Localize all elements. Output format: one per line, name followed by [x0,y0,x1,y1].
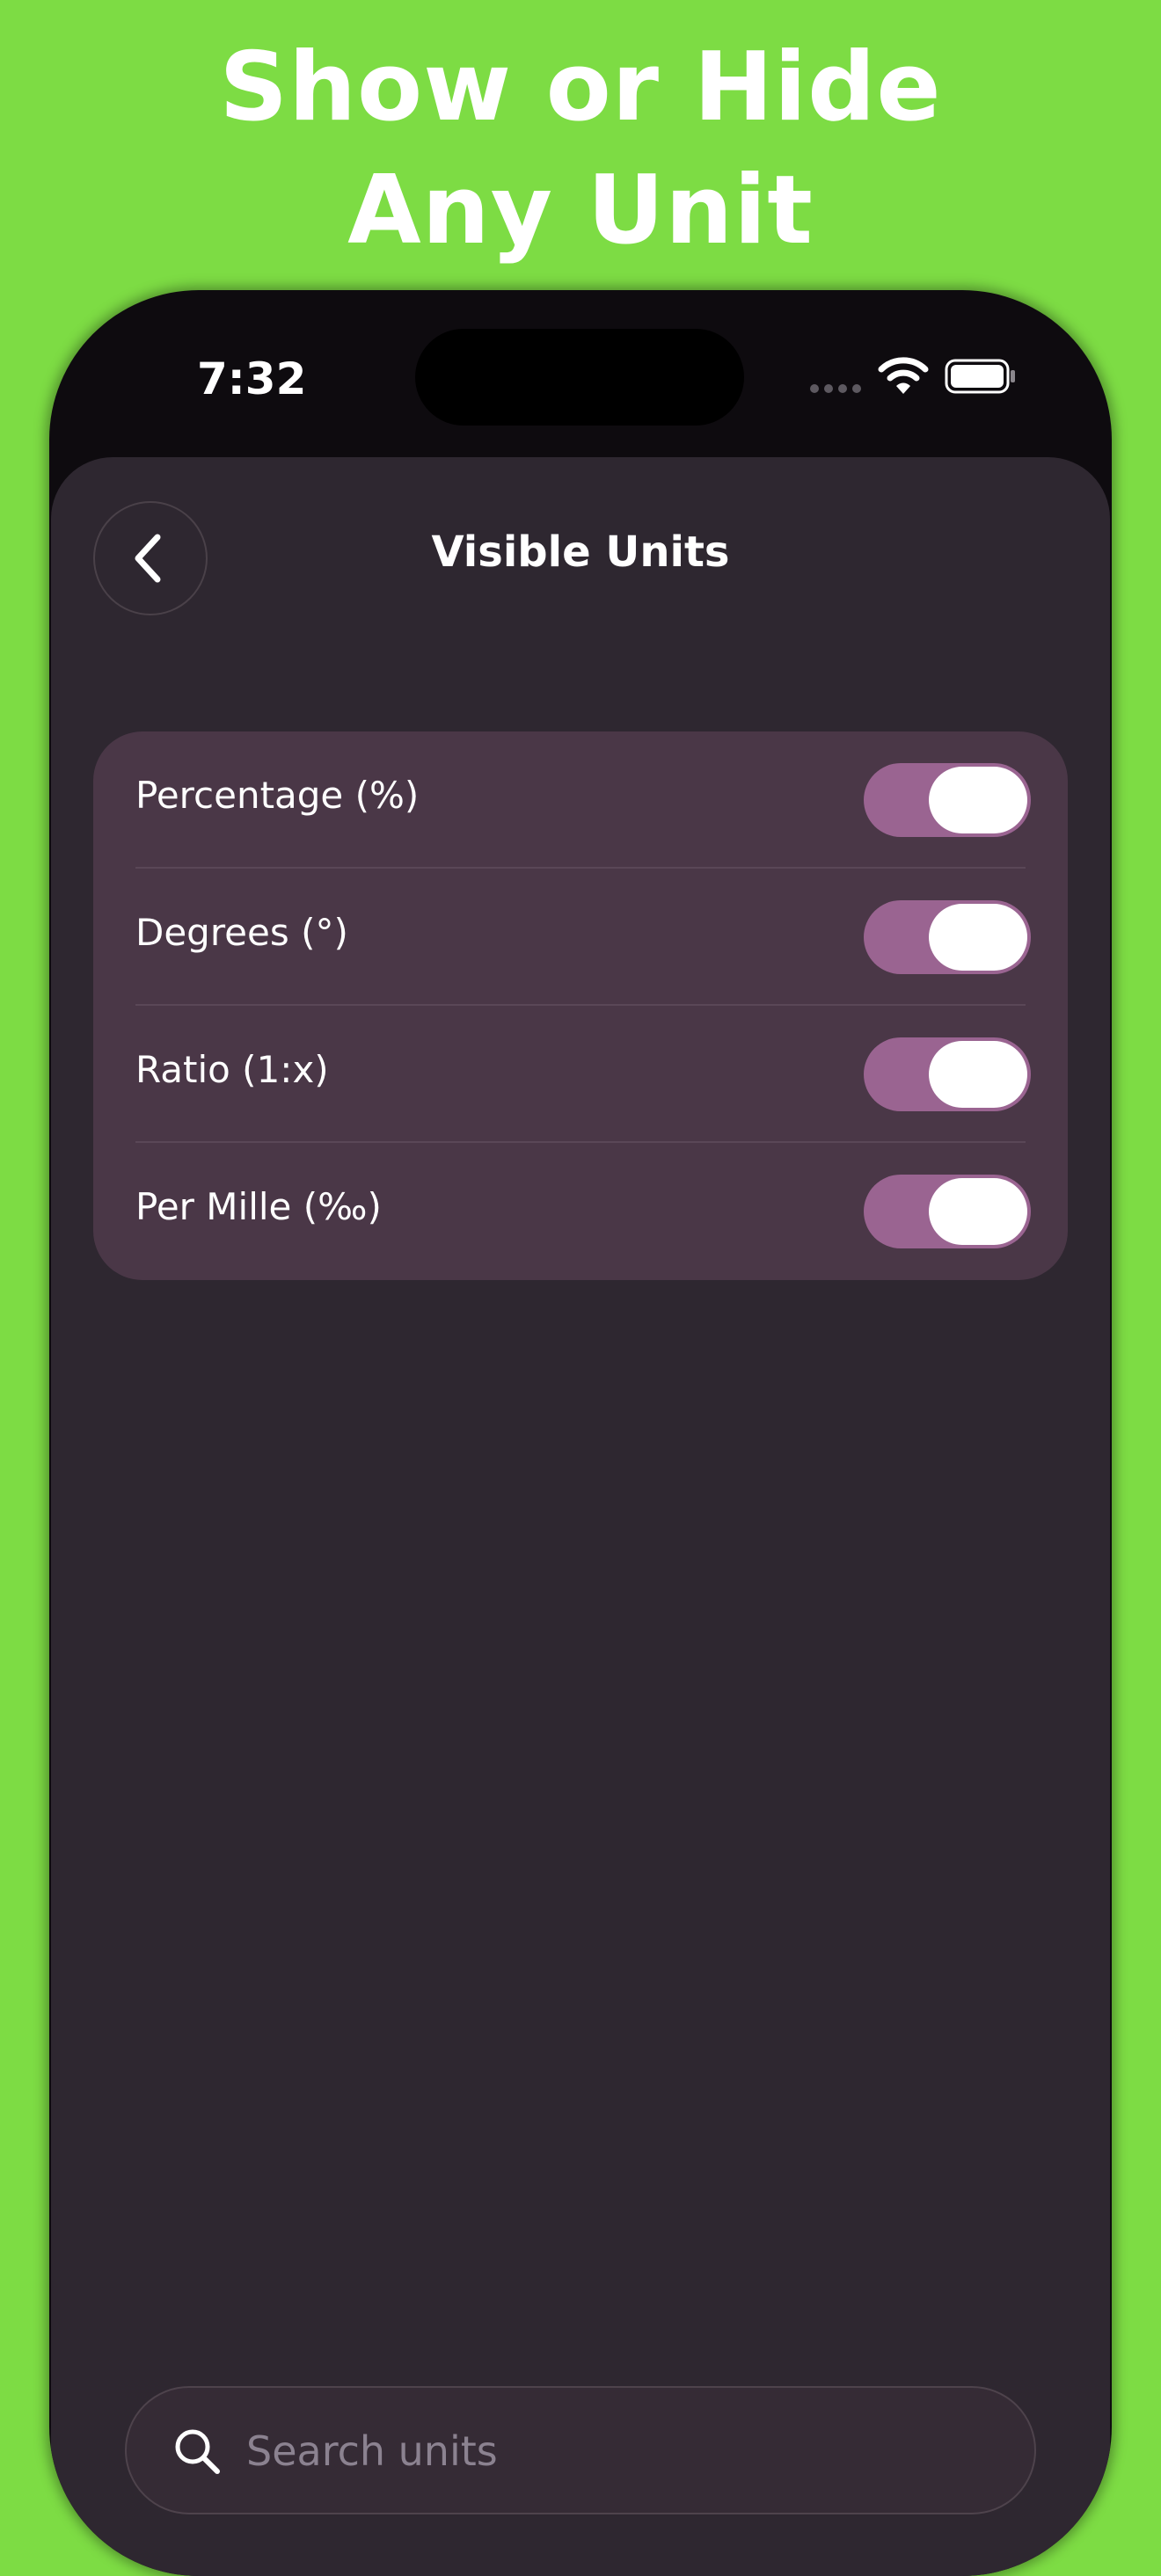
battery-icon [945,359,1015,394]
promo-line-2: Any Unit [347,156,814,266]
units-card: Percentage (%) Degrees (°) Ratio (1:x) P… [93,731,1068,1280]
visibility-toggle-degrees[interactable] [864,900,1031,974]
visibility-toggle-percentage[interactable] [864,763,1031,837]
unit-row-percentage: Percentage (%) [93,731,1068,869]
toggle-knob [929,767,1027,833]
phone-frame: 7:32 Visible Units Percentage (%) Degree… [49,290,1112,2576]
unit-row-degrees: Degrees (°) [93,869,1068,1006]
dynamic-island [415,329,744,426]
search-bar[interactable] [125,2386,1036,2514]
status-time: 7:32 [197,353,307,404]
visibility-toggle-per-mille[interactable] [864,1175,1031,1248]
wifi-icon [878,357,929,394]
visibility-toggle-ratio[interactable] [864,1037,1031,1111]
toggle-knob [929,1041,1027,1108]
toggle-knob [929,904,1027,971]
unit-row-ratio: Ratio (1:x) [93,1006,1068,1143]
toggle-knob [929,1178,1027,1245]
search-input[interactable] [246,2423,985,2479]
promo-headline: Show or Hide Any Unit [0,26,1161,273]
magnifier-icon [175,2429,220,2474]
unit-label: Ratio (1:x) [135,1048,329,1091]
cellular-dots-icon [810,384,861,393]
promo-line-1: Show or Hide [219,33,942,142]
page-title: Visible Units [431,528,730,577]
unit-label: Percentage (%) [135,774,420,817]
unit-label: Degrees (°) [135,911,348,954]
unit-label: Per Mille (‰) [135,1185,382,1228]
settings-sheet: Visible Units Percentage (%) Degrees (°)… [51,457,1110,2576]
unit-row-per-mille: Per Mille (‰) [93,1143,1068,1280]
